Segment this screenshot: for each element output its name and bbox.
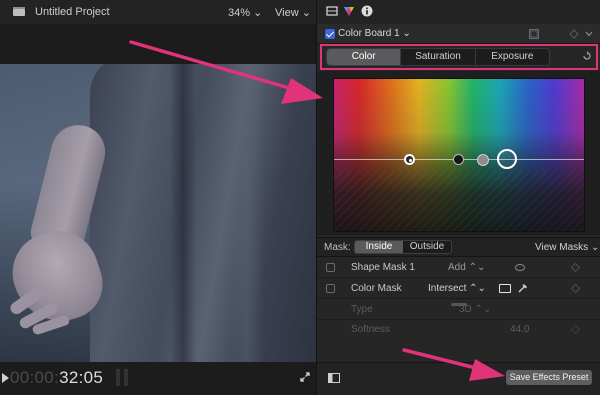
- tab-color[interactable]: Color: [327, 49, 402, 65]
- shape-mask-checkbox[interactable]: [326, 263, 335, 272]
- viewer-panel: Untitled Project 34% ⌄ View ⌄ 00:00:32:0…: [0, 0, 316, 395]
- reset-icon[interactable]: [581, 50, 593, 62]
- keyframe-icon[interactable]: [571, 284, 580, 293]
- timecode-leading: 00:00:: [10, 368, 60, 387]
- color-inspector-icon[interactable]: [343, 5, 355, 17]
- list-item: Shape Mask 1 Add ⌃⌄: [317, 258, 600, 278]
- ellipse-shape-icon[interactable]: [515, 264, 525, 271]
- audio-meter-left: [116, 369, 120, 386]
- softness-label: Softness: [351, 324, 390, 335]
- keyframe-icon[interactable]: [571, 325, 580, 334]
- tab-exposure[interactable]: Exposure: [476, 49, 549, 65]
- effect-header[interactable]: Color Board 1 ⌄: [317, 24, 600, 44]
- eyedropper-icon[interactable]: [517, 282, 529, 294]
- inspector-panel: Color Board 1 ⌄ Color Saturation Exposur…: [316, 0, 600, 395]
- video-inspector-icon[interactable]: [326, 5, 338, 17]
- color-swatch-icon[interactable]: [499, 284, 511, 293]
- tab-bar-highlight: Color Saturation Exposure: [320, 44, 598, 70]
- type-value[interactable]: 3D ⌃⌄: [459, 304, 491, 315]
- zoom-menu[interactable]: 34% ⌄: [228, 6, 262, 19]
- inspector-footer: Save Effects Preset: [317, 362, 600, 395]
- save-effects-preset-button[interactable]: Save Effects Preset: [506, 370, 592, 385]
- timecode-display: 00:00:32:05: [10, 368, 103, 388]
- shape-mask-mode[interactable]: Add ⌃⌄: [448, 262, 485, 273]
- effect-name[interactable]: Color Board 1 ⌄: [338, 28, 411, 39]
- list-item: Color Mask Intersect ⌃⌄: [317, 279, 600, 299]
- info-icon[interactable]: [361, 5, 373, 17]
- color-mask-checkbox[interactable]: [326, 284, 335, 293]
- highlights-puck[interactable]: [497, 149, 517, 169]
- color-board-area: [317, 71, 600, 306]
- color-mask-name: Color Mask: [351, 283, 402, 294]
- mask-outside-button[interactable]: Outside: [403, 241, 451, 253]
- chevron-down-icon[interactable]: [585, 31, 593, 37]
- list-item: Softness 44.0: [317, 320, 600, 340]
- clapper-icon[interactable]: [13, 7, 25, 16]
- type-label: Type: [351, 304, 373, 315]
- keyframe-icon[interactable]: [571, 263, 580, 272]
- effect-enable-checkbox[interactable]: [325, 29, 335, 39]
- panel-layout-icon[interactable]: [328, 373, 340, 383]
- global-puck-center: [408, 158, 412, 162]
- color-board-tabs: Color Saturation Exposure: [326, 48, 550, 66]
- mask-row: Mask: Inside Outside View Masks ⌄: [317, 237, 600, 257]
- softness-value[interactable]: 44.0: [510, 324, 529, 335]
- audio-meter-right: [124, 369, 128, 386]
- inspector-toolbar: [317, 0, 600, 24]
- view-masks-menu[interactable]: View Masks ⌄: [535, 242, 599, 253]
- viewer-transport: 00:00:32:05: [0, 362, 316, 395]
- midtones-puck[interactable]: [477, 154, 489, 166]
- shadows-puck[interactable]: [453, 154, 464, 165]
- color-mask-mode[interactable]: Intersect ⌃⌄: [428, 283, 486, 294]
- timecode-value: 32:05: [59, 368, 104, 387]
- fullscreen-icon[interactable]: [300, 372, 310, 382]
- list-item: Type 3D ⌃⌄: [317, 300, 600, 320]
- tab-saturation[interactable]: Saturation: [401, 49, 476, 65]
- mask-segmented-control: Inside Outside: [354, 240, 452, 254]
- color-board[interactable]: [333, 78, 585, 232]
- mask-icon[interactable]: [529, 29, 539, 39]
- video-frame: [0, 64, 316, 362]
- play-icon[interactable]: [2, 373, 9, 383]
- keyframe-icon[interactable]: [569, 29, 579, 39]
- mask-label: Mask:: [324, 242, 351, 253]
- viewer-toolbar: Untitled Project 34% ⌄ View ⌄: [0, 0, 316, 24]
- mask-inside-button[interactable]: Inside: [355, 241, 403, 253]
- view-menu[interactable]: View ⌄: [275, 6, 311, 19]
- shape-mask-name: Shape Mask 1: [351, 262, 415, 273]
- project-title: Untitled Project: [35, 6, 110, 18]
- mask-list: Shape Mask 1 Add ⌃⌄ Color Mask Intersect…: [317, 258, 600, 336]
